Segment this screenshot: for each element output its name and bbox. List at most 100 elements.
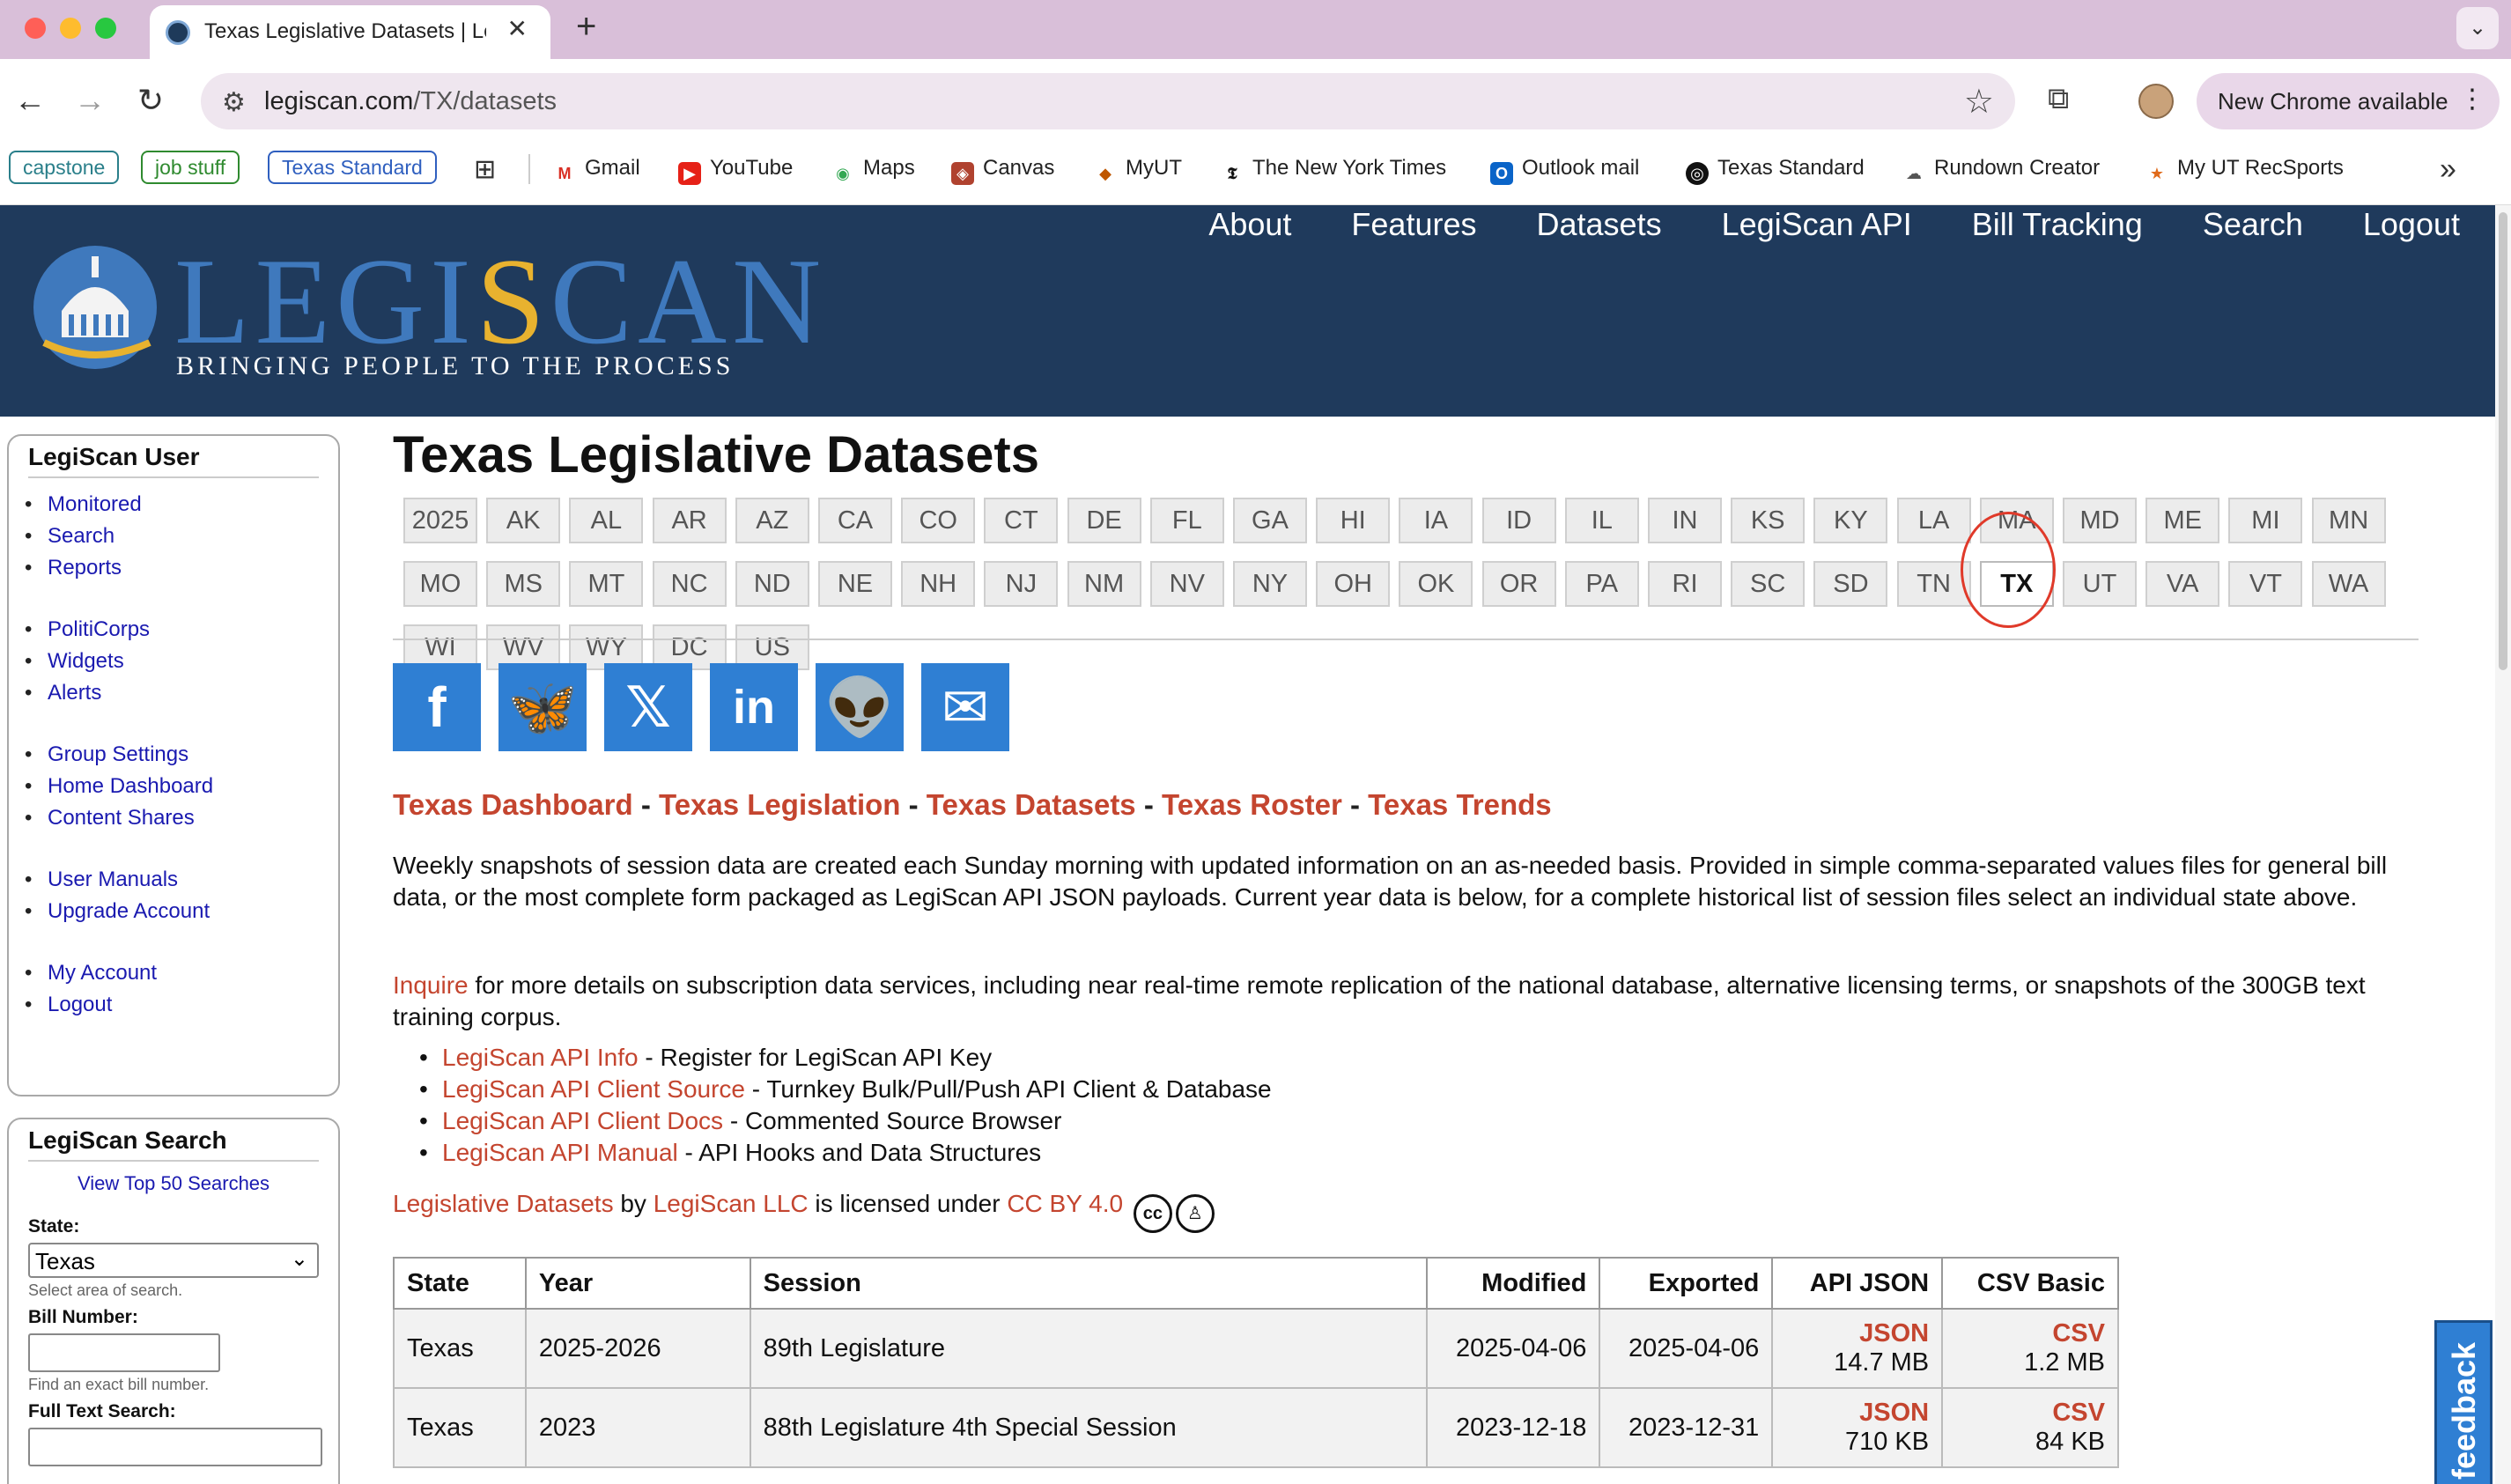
- page-scrollbar[interactable]: [2495, 205, 2511, 1484]
- sidebar-item-widgets[interactable]: Widgets: [25, 646, 338, 677]
- new-tab-button[interactable]: +: [576, 7, 596, 47]
- state-button-mn[interactable]: MN: [2311, 498, 2386, 543]
- sidebar-item-logout[interactable]: Logout: [25, 989, 338, 1021]
- state-button-ak[interactable]: AK: [486, 498, 561, 543]
- kebab-menu-icon[interactable]: ⋮: [2459, 84, 2485, 114]
- state-button-al[interactable]: AL: [569, 498, 644, 543]
- state-button-in[interactable]: IN: [1648, 498, 1722, 543]
- row-session-link[interactable]: 89th Legislature: [749, 1308, 1429, 1389]
- tab-close-icon[interactable]: ✕: [507, 14, 528, 43]
- state-button-ne[interactable]: NE: [818, 561, 892, 607]
- address-bar[interactable]: ⚙ legiscan.com/TX/datasets ☆: [201, 73, 2015, 129]
- close-window-button[interactable]: [25, 18, 46, 39]
- nav-about[interactable]: About: [1208, 205, 1291, 242]
- browser-tab-active[interactable]: Texas Legislative Datasets | LegiScan ✕: [150, 5, 550, 59]
- state-button-ks[interactable]: KS: [1731, 498, 1806, 543]
- texas-datasets-link[interactable]: Texas Datasets: [927, 788, 1136, 821]
- email-icon[interactable]: ✉: [921, 663, 1009, 751]
- legiscan-llc-link[interactable]: LegiScan LLC: [654, 1190, 809, 1217]
- feedback-tab[interactable]: feedback: [2434, 1320, 2493, 1484]
- state-button-ca[interactable]: CA: [818, 498, 892, 543]
- state-button-nh[interactable]: NH: [901, 561, 976, 607]
- bluesky-icon[interactable]: 🦋: [499, 663, 587, 751]
- state-button-nc[interactable]: NC: [652, 561, 727, 607]
- legiscan-logo[interactable]: LEGISCAN BRINGING PEOPLE TO THE PROCESS: [26, 232, 821, 390]
- bookmark-myut[interactable]: ◆ MyUT: [1094, 156, 1182, 185]
- bookmark-youtube[interactable]: ▶ YouTube: [678, 156, 793, 185]
- full-text-search-input[interactable]: [28, 1428, 322, 1466]
- state-button-oh[interactable]: OH: [1316, 561, 1391, 607]
- sidebar-item-reports[interactable]: Reports: [25, 552, 338, 584]
- row-state-link[interactable]: Texas: [393, 1387, 527, 1468]
- state-button-ok[interactable]: OK: [1399, 561, 1473, 607]
- state-button-sc[interactable]: SC: [1731, 561, 1806, 607]
- state-button-la[interactable]: LA: [1896, 498, 1971, 543]
- state-button-ga[interactable]: GA: [1233, 498, 1307, 543]
- api-client-docs-link[interactable]: LegiScan API Client Docs: [442, 1107, 723, 1134]
- state-button-ky[interactable]: KY: [1813, 498, 1888, 543]
- bookmark-texas-standard[interactable]: ◎ Texas Standard: [1686, 156, 1865, 185]
- sidebar-item-user-manuals[interactable]: User Manuals: [25, 864, 338, 896]
- texas-roster-link[interactable]: Texas Roster: [1162, 788, 1342, 821]
- state-button-wa[interactable]: WA: [2311, 561, 2386, 607]
- site-info-icon[interactable]: ⚙: [222, 87, 246, 118]
- state-button-ri[interactable]: RI: [1648, 561, 1722, 607]
- state-button-ms[interactable]: MS: [486, 561, 561, 607]
- state-button-nd[interactable]: ND: [735, 561, 809, 607]
- legislative-datasets-link[interactable]: Legislative Datasets: [393, 1190, 614, 1217]
- row-state-link[interactable]: Texas: [393, 1308, 527, 1389]
- forward-arrow-icon[interactable]: →: [74, 82, 106, 119]
- sidebar-item-home-dashboard[interactable]: Home Dashboard: [25, 771, 338, 802]
- state-button-az[interactable]: AZ: [735, 498, 809, 543]
- sidebar-item-upgrade-account[interactable]: Upgrade Account: [25, 896, 338, 927]
- apps-grid-icon[interactable]: ⊞: [474, 154, 496, 185]
- state-button-nj[interactable]: NJ: [984, 561, 1059, 607]
- state-button-ct[interactable]: CT: [984, 498, 1059, 543]
- state-button-or[interactable]: OR: [1481, 561, 1556, 607]
- inquire-link[interactable]: Inquire: [393, 971, 469, 999]
- sidebar-item-my-account[interactable]: My Account: [25, 957, 338, 989]
- sidebar-item-search[interactable]: Search: [25, 521, 338, 552]
- json-download-link[interactable]: JSON: [1785, 1319, 1929, 1348]
- sidebar-item-group-settings[interactable]: Group Settings: [25, 739, 338, 771]
- state-button-2025[interactable]: 2025: [403, 498, 477, 543]
- back-arrow-icon[interactable]: ←: [14, 82, 46, 119]
- bookmark-outlook[interactable]: O Outlook mail: [1490, 156, 1639, 185]
- bookmark-rundown-creator[interactable]: ☁ Rundown Creator: [1902, 156, 2100, 185]
- profile-avatar[interactable]: [2138, 84, 2174, 119]
- bookmark-star-icon[interactable]: ☆: [1964, 82, 1994, 122]
- nav-features[interactable]: Features: [1351, 205, 1476, 242]
- bookmark-folder-job-stuff[interactable]: job stuff: [141, 151, 240, 184]
- sidebar-item-monitored[interactable]: Monitored: [25, 489, 338, 521]
- row-session-link[interactable]: 88th Legislature 4th Special Session: [749, 1387, 1429, 1468]
- nav-legiscan-api[interactable]: LegiScan API: [1722, 205, 1912, 242]
- state-button-ny[interactable]: NY: [1233, 561, 1307, 607]
- maximize-window-button[interactable]: [95, 18, 116, 39]
- state-button-nv[interactable]: NV: [1149, 561, 1224, 607]
- state-button-md[interactable]: MD: [2063, 498, 2137, 543]
- nav-logout[interactable]: Logout: [2363, 205, 2460, 242]
- state-button-ar[interactable]: AR: [652, 498, 727, 543]
- sidebar-item-alerts[interactable]: Alerts: [25, 677, 338, 709]
- csv-download-link[interactable]: CSV: [1955, 1399, 2105, 1428]
- state-button-id[interactable]: ID: [1481, 498, 1556, 543]
- cc-by-link[interactable]: CC BY 4.0: [1007, 1190, 1123, 1217]
- texas-trends-link[interactable]: Texas Trends: [1368, 788, 1552, 821]
- state-button-co[interactable]: CO: [901, 498, 976, 543]
- state-button-fl[interactable]: FL: [1149, 498, 1224, 543]
- bookmark-ut-recsports[interactable]: ★ My UT RecSports: [2145, 156, 2344, 185]
- state-button-me[interactable]: ME: [2145, 498, 2220, 543]
- state-button-mo[interactable]: MO: [403, 561, 477, 607]
- sidebar-item-content-shares[interactable]: Content Shares: [25, 802, 338, 834]
- extensions-puzzle-icon[interactable]: ⧉: [2048, 82, 2069, 116]
- state-button-il[interactable]: IL: [1564, 498, 1639, 543]
- linkedin-icon[interactable]: in: [710, 663, 798, 751]
- x-icon[interactable]: 𝕏: [604, 663, 692, 751]
- bookmark-folder-texas-standard[interactable]: Texas Standard: [268, 151, 437, 184]
- scrollbar-thumb[interactable]: [2499, 212, 2507, 670]
- sidebar-item-politicorps[interactable]: PolitiCorps: [25, 614, 338, 646]
- bill-number-input[interactable]: [28, 1333, 220, 1372]
- nav-search[interactable]: Search: [2203, 205, 2303, 242]
- nav-bill-tracking[interactable]: Bill Tracking: [1972, 205, 2143, 242]
- bookmark-canvas[interactable]: ◈ Canvas: [951, 156, 1054, 185]
